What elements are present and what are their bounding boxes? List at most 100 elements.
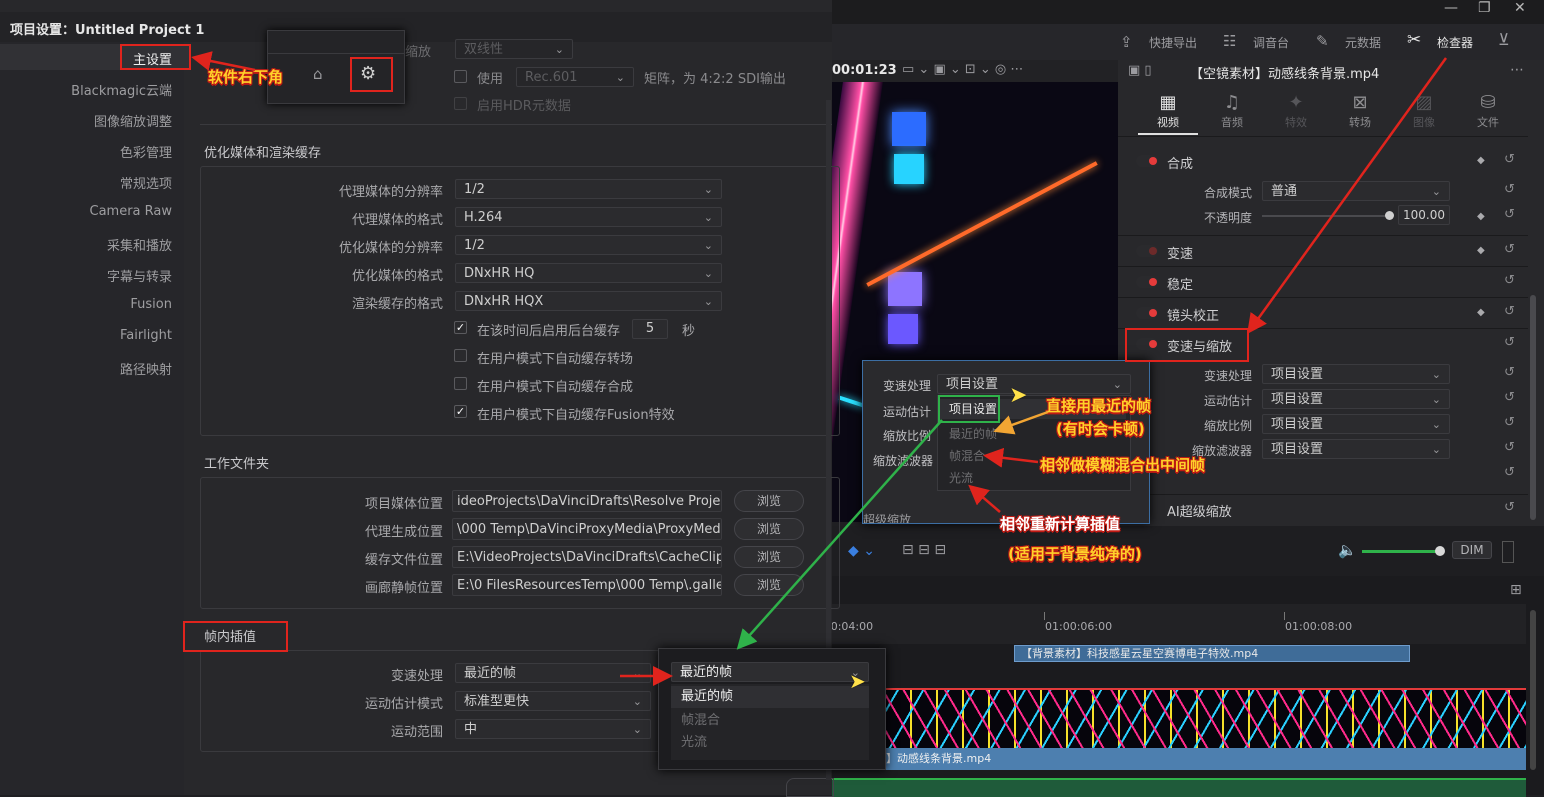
keyframe-icon[interactable]: ◆ bbox=[1477, 155, 1485, 166]
stabilize-section-title[interactable]: 稳定 bbox=[1167, 274, 1193, 293]
stabilize-toggle[interactable] bbox=[1136, 276, 1158, 288]
tab-video[interactable]: ▦ 视频 bbox=[1143, 92, 1193, 130]
keyframe-icon[interactable]: ◆ bbox=[1477, 211, 1485, 222]
composite-toggle[interactable] bbox=[1136, 155, 1158, 167]
browse-button[interactable]: 浏览 bbox=[734, 546, 804, 568]
reset-icon[interactable]: ↺ bbox=[1504, 304, 1515, 319]
speed-toggle[interactable] bbox=[1136, 245, 1158, 257]
auto-cache-composite-checkbox[interactable] bbox=[454, 377, 467, 390]
popup-option[interactable]: 帧混合 bbox=[949, 447, 985, 464]
tab-effects[interactable]: ✦ 特效 bbox=[1271, 92, 1321, 130]
maximize-icon[interactable]: ❐ bbox=[1478, 0, 1491, 16]
volume-icon[interactable]: 🔈 bbox=[1338, 541, 1357, 559]
cache-location-path[interactable]: E:\VideoProjects\DaVinciDrafts\CacheClip bbox=[452, 546, 722, 568]
metadata-icon[interactable]: ✎ bbox=[1316, 32, 1329, 50]
reset-icon[interactable]: ↺ bbox=[1504, 273, 1515, 288]
clip-bottom[interactable]: 】动感线条背景.mp4 bbox=[832, 748, 1526, 770]
dropdown-option[interactable]: 帧混合 bbox=[671, 709, 720, 728]
tab-image[interactable]: ▨ 图像 bbox=[1399, 92, 1449, 130]
opacity-slider[interactable] bbox=[1262, 215, 1390, 217]
dialog-footer-button[interactable] bbox=[786, 778, 834, 797]
timeline-options-icon[interactable]: ⊞ bbox=[1510, 582, 1522, 598]
reset-icon[interactable]: ↺ bbox=[1504, 390, 1515, 405]
opacity-value[interactable]: 100.00 bbox=[1398, 205, 1450, 225]
reset-icon[interactable]: ↺ bbox=[1504, 335, 1515, 350]
dropdown-option[interactable]: 光流 bbox=[671, 731, 707, 750]
home-icon[interactable]: ⌂ bbox=[313, 65, 323, 83]
speed-section-title[interactable]: 变速 bbox=[1167, 243, 1193, 262]
scaling-select[interactable]: 双线性 ⌄ bbox=[455, 39, 573, 59]
clip-top[interactable]: 【背景素材】科技感星云星空赛博电子特效.mp4 bbox=[1014, 645, 1410, 662]
mixer-button[interactable]: 调音台 bbox=[1253, 34, 1289, 51]
volume-slider-handle[interactable] bbox=[1435, 546, 1445, 556]
timeline-scrollbar[interactable] bbox=[1530, 610, 1536, 770]
motion-estimation-select[interactable]: 项目设置 ⌄ bbox=[1262, 389, 1450, 409]
rec601-select[interactable]: Rec.601 ⌄ bbox=[516, 67, 634, 87]
reset-icon[interactable]: ↺ bbox=[1504, 465, 1515, 480]
composite-mode-select[interactable]: 普通 ⌄ bbox=[1262, 181, 1450, 201]
viewer-tools-icon[interactable]: ▭ ⌄ ▣ ⌄ ⊡ ⌄ ◎ ⋯ bbox=[902, 62, 1023, 77]
scaling-filter-select[interactable]: 项目设置 ⌄ bbox=[1262, 439, 1450, 459]
tab-audio[interactable]: ♫ 音频 bbox=[1207, 92, 1257, 130]
volume-slider[interactable] bbox=[1362, 550, 1438, 553]
keyframe-icon[interactable]: ◆ bbox=[1477, 245, 1485, 256]
popup-option[interactable]: 最近的帧 bbox=[949, 425, 997, 442]
reset-icon[interactable]: ↺ bbox=[1504, 152, 1515, 167]
retime-process-select[interactable]: 项目设置 ⌄ bbox=[1262, 364, 1450, 384]
close-icon[interactable]: ✕ bbox=[1514, 0, 1526, 16]
reset-icon[interactable]: ↺ bbox=[1504, 415, 1515, 430]
proxy-resolution-select[interactable]: 1/2 ⌄ bbox=[455, 179, 722, 199]
lens-toggle[interactable] bbox=[1136, 307, 1158, 319]
scaling-select[interactable]: 项目设置 ⌄ bbox=[1262, 414, 1450, 434]
proxy-format-select[interactable]: H.264 ⌄ bbox=[455, 207, 722, 227]
motion-range-select[interactable]: 中 ⌄ bbox=[455, 719, 651, 739]
flag-icon[interactable]: ◆ ⌄ bbox=[848, 543, 875, 559]
optimized-resolution-select[interactable]: 1/2 ⌄ bbox=[455, 235, 722, 255]
background-cache-checkbox[interactable]: ✓ bbox=[454, 321, 467, 334]
auto-cache-transitions-checkbox[interactable] bbox=[454, 349, 467, 362]
hdr-checkbox[interactable] bbox=[454, 97, 467, 110]
zoom-tools-icon[interactable]: ⊟ ⊟ ⊟ bbox=[902, 542, 946, 558]
motion-estimation-select[interactable]: 标准型更快 ⌄ bbox=[455, 691, 651, 711]
popup-option[interactable]: 光流 bbox=[949, 469, 973, 486]
inspector-scrollbar[interactable] bbox=[1530, 295, 1536, 520]
auto-cache-fusion-checkbox[interactable]: ✓ bbox=[454, 405, 467, 418]
retime-dropdown-select[interactable]: 最近的帧 ⌄ bbox=[671, 662, 869, 682]
popup-retime-select[interactable]: 项目设置 ⌄ bbox=[937, 374, 1131, 394]
dropdown-option[interactable]: 最近的帧 bbox=[671, 686, 869, 708]
reset-icon[interactable]: ↺ bbox=[1504, 242, 1515, 257]
background-cache-seconds[interactable]: 5 bbox=[632, 319, 668, 339]
tab-transition[interactable]: ⊠ 转场 bbox=[1335, 92, 1385, 130]
opacity-slider-handle[interactable] bbox=[1385, 211, 1394, 220]
metadata-button[interactable]: 元数据 bbox=[1345, 34, 1381, 51]
quick-export-button[interactable]: 快捷导出 bbox=[1149, 34, 1197, 51]
proxy-location-path[interactable]: \000 Temp\DaVinciProxyMedia\ProxyMedia bbox=[452, 518, 722, 540]
use-checkbox[interactable] bbox=[454, 70, 467, 83]
optimized-format-select[interactable]: DNxHR HQ ⌄ bbox=[455, 263, 722, 283]
reset-icon[interactable]: ↺ bbox=[1504, 207, 1515, 222]
reset-icon[interactable]: ↺ bbox=[1504, 500, 1515, 515]
gallery-location-path[interactable]: E:\0 FilesResourcesTemp\000 Temp\.galler… bbox=[452, 574, 722, 596]
mixer-icon[interactable]: ☷ bbox=[1223, 32, 1236, 50]
composite-section-title[interactable]: 合成 bbox=[1167, 153, 1193, 172]
render-cache-format-select[interactable]: DNxHR HQX ⌄ bbox=[455, 291, 722, 311]
keyframe-icon[interactable]: ◆ bbox=[1477, 307, 1485, 318]
dim-button[interactable]: DIM bbox=[1452, 541, 1492, 559]
inspector-more-icon[interactable]: ⋯ bbox=[1510, 62, 1524, 78]
browse-button[interactable]: 浏览 bbox=[734, 574, 804, 596]
tab-file[interactable]: ⛁ 文件 bbox=[1463, 92, 1513, 130]
sidebar-item-label: Fusion bbox=[130, 297, 172, 312]
export-icon[interactable]: ⇪ bbox=[1120, 33, 1133, 51]
ai-superscale-title[interactable]: AI超级缩放 bbox=[1167, 501, 1232, 520]
reset-icon[interactable]: ↺ bbox=[1504, 365, 1515, 380]
reset-icon[interactable]: ↺ bbox=[1504, 440, 1515, 455]
annotation-blend: 相邻做模糊混合出中间帧 bbox=[1040, 456, 1206, 474]
minimize-icon[interactable]: — bbox=[1444, 0, 1458, 16]
browse-button[interactable]: 浏览 bbox=[734, 518, 804, 540]
browse-button[interactable]: 浏览 bbox=[734, 490, 804, 512]
retime-process-select[interactable]: 最近的帧 ⌄ bbox=[455, 663, 651, 683]
reset-icon[interactable]: ↺ bbox=[1504, 182, 1515, 197]
project-media-path[interactable]: ideoProjects\DaVinciDrafts\Resolve Proje… bbox=[452, 490, 722, 512]
panel-toggle-icon[interactable]: ⊻ bbox=[1498, 30, 1510, 49]
lens-section-title[interactable]: 镜头校正 bbox=[1167, 305, 1219, 324]
